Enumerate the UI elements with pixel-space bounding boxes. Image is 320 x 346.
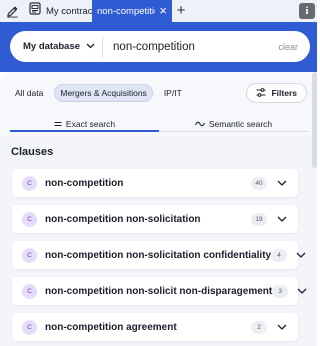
chevron-down-icon[interactable] <box>276 177 288 189</box>
clause-badge: C <box>22 211 37 227</box>
sliders-icon <box>256 87 266 99</box>
clause-badge: C <box>22 319 37 335</box>
database-label: My database <box>23 41 81 52</box>
section-title: Clauses <box>11 146 54 158</box>
chevron-down-icon <box>86 41 95 52</box>
chevron-down-icon[interactable] <box>276 321 288 333</box>
list-item[interactable]: C non-competition non-solicit non-dispar… <box>12 277 307 305</box>
chevron-down-icon[interactable] <box>296 249 306 261</box>
scrollbar[interactable] <box>312 72 317 168</box>
tab-my-contract[interactable]: My contract <box>26 0 96 22</box>
clause-term: non-competition non-solicitation <box>45 213 201 225</box>
chevron-down-icon[interactable] <box>297 285 307 297</box>
divider <box>102 36 104 57</box>
count-badge: 40 <box>251 176 267 190</box>
list-item[interactable]: C non-competition 40 <box>12 169 298 197</box>
clause-badge: C <box>22 283 37 299</box>
chevron-down-icon[interactable] <box>276 213 288 225</box>
clause-term: non-competition non-solicit non-disparag… <box>45 285 273 297</box>
close-icon[interactable]: × <box>159 4 167 17</box>
filters-label: Filters <box>271 88 297 98</box>
list-item[interactable]: C non-competition non-solicitation 19 <box>12 205 298 233</box>
tab-non-competition[interactable]: non-competitio × <box>92 0 172 22</box>
tab-semantic-search[interactable]: Semantic search <box>159 116 308 132</box>
equals-icon <box>54 119 62 129</box>
search-input[interactable]: non-competition <box>113 41 278 53</box>
tab-exact-search-label: Exact search <box>65 119 116 129</box>
new-tab-icon[interactable]: + <box>174 2 188 19</box>
list-item[interactable]: C non-competition agreement 2 <box>12 313 298 341</box>
clause-term: non-competition agreement <box>45 321 177 333</box>
pencil-icon[interactable] <box>4 3 20 19</box>
tab-label: non-competitio <box>97 5 155 17</box>
search-bar: My database non-competition clear <box>10 31 310 62</box>
clause-term: non-competition <box>45 177 124 189</box>
category-chips: All data Mergers & Acquisitions IP/IT <box>10 84 187 102</box>
tab-label: My contract <box>46 5 96 17</box>
filters-button[interactable]: Filters <box>246 83 307 103</box>
count-badge: 2 <box>251 320 267 334</box>
tilde-icon <box>194 119 205 129</box>
chip-mergers-acquisitions[interactable]: Mergers & Acquisitions <box>54 84 153 102</box>
tab-semantic-search-label: Semantic search <box>208 119 273 129</box>
clause-badge: C <box>22 247 37 263</box>
tab-bar: My contract non-competitio × + i <box>0 0 317 22</box>
active-tab-indicator <box>10 130 159 132</box>
clear-button[interactable]: clear <box>278 42 298 52</box>
count-badge: 4 <box>271 248 288 262</box>
chip-ip-it[interactable]: IP/IT <box>158 84 187 102</box>
clause-term: non-competition non-solicitation confide… <box>45 249 272 261</box>
document-icon <box>29 2 41 20</box>
clause-badge: C <box>22 175 37 191</box>
results-panel: All data Mergers & Acquisitions IP/IT Fi… <box>0 72 317 346</box>
count-badge: 19 <box>251 212 267 226</box>
list-item[interactable]: C non-competition non-solicitation confi… <box>12 241 306 269</box>
info-icon[interactable]: i <box>299 3 315 19</box>
count-badge: 3 <box>272 284 289 298</box>
chip-all-data[interactable]: All data <box>10 84 49 102</box>
database-select[interactable]: My database <box>23 41 95 52</box>
search-header: My database non-competition clear <box>0 22 317 72</box>
